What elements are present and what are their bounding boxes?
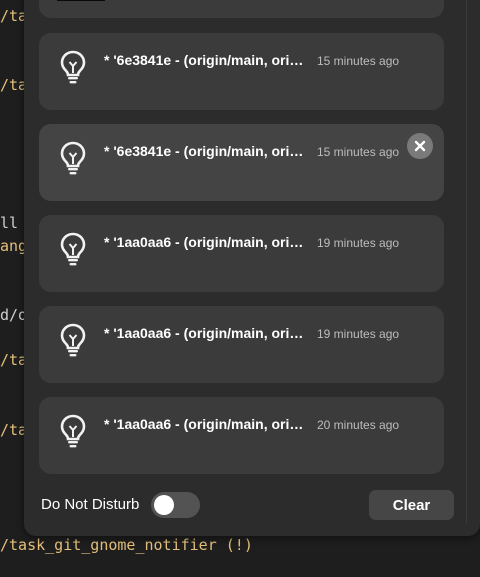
notification-card[interactable]: * '6e3841e - (origin/main, origin/HEAD, … [39, 124, 444, 201]
notification-title: * '6e3841e - (origin/main, origin/HEAD, … [104, 143, 309, 159]
terminal-prompt-line: /task_git_gnome_notifier (!) [0, 535, 253, 555]
notification-time: 20 minutes ago [317, 418, 400, 432]
terminal-flag: (!) [225, 536, 253, 554]
notification-title: * '1aa0aa6 - (origin/main, origin/HEAD, … [104, 325, 309, 341]
close-notification-button[interactable] [407, 133, 433, 159]
toggle-knob [154, 495, 174, 515]
partial-card-element [57, 0, 105, 1]
notification-card-partial[interactable] [39, 0, 444, 18]
notification-title: * '1aa0aa6 - (origin/main, origin/HEAD, … [104, 234, 309, 250]
notification-time: 15 minutes ago [317, 54, 400, 68]
notification-time: 15 minutes ago [317, 145, 400, 159]
terminal-path: /task_git_gnome_notifier [0, 536, 217, 554]
close-icon [414, 140, 426, 152]
panel-scroll-divider [466, 0, 467, 524]
lightbulb-icon [60, 141, 86, 175]
notification-title: * '6e3841e - (origin/main, origin/HEAD, … [104, 52, 309, 68]
lightbulb-icon [60, 232, 86, 266]
lightbulb-icon [60, 50, 86, 84]
lightbulb-icon [60, 414, 86, 448]
notification-title: * '1aa0aa6 - (origin/main, origin/HEAD, … [104, 416, 309, 432]
notification-card[interactable]: * '6e3841e - (origin/main, origin/HEAD, … [39, 33, 444, 110]
do-not-disturb-toggle[interactable] [151, 492, 200, 518]
notification-card[interactable]: * '1aa0aa6 - (origin/main, origin/HEAD, … [39, 306, 444, 383]
notification-card[interactable]: * '1aa0aa6 - (origin/main, origin/HEAD, … [39, 215, 444, 292]
lightbulb-icon [60, 323, 86, 357]
notification-card[interactable]: * '1aa0aa6 - (origin/main, origin/HEAD, … [39, 397, 444, 474]
clear-button[interactable]: Clear [369, 490, 454, 520]
do-not-disturb-label: Do Not Disturb [41, 496, 140, 513]
notification-time: 19 minutes ago [317, 236, 400, 250]
notification-time: 19 minutes ago [317, 327, 400, 341]
